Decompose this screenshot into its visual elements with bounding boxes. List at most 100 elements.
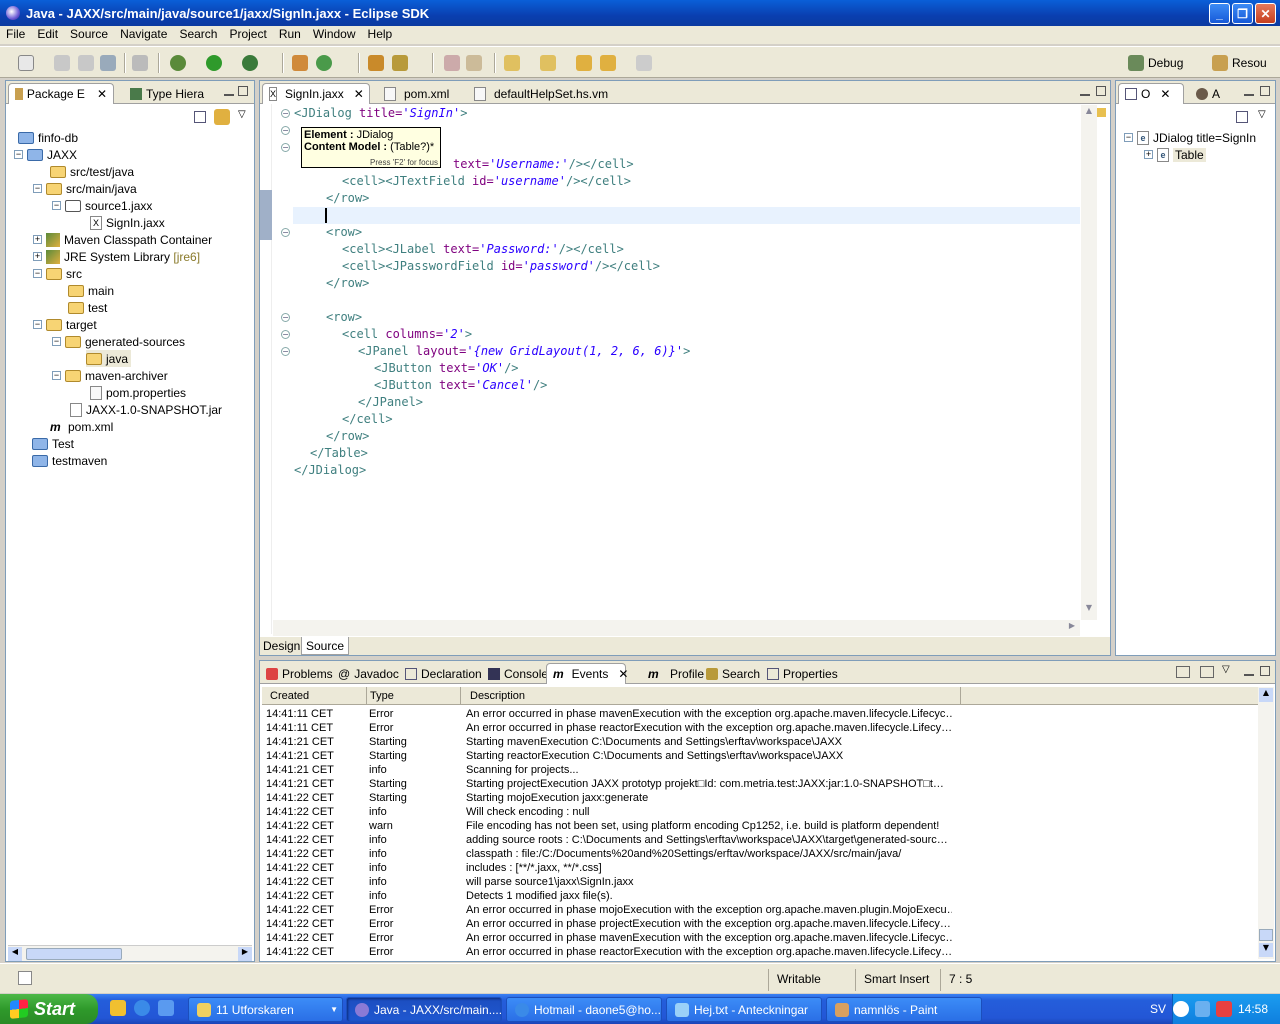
- scroll-down-icon[interactable]: ▼: [1082, 603, 1096, 617]
- tree-item[interactable]: Test: [32, 435, 74, 452]
- scroll-thumb[interactable]: [26, 948, 122, 960]
- tree-item[interactable]: − maven-archiver: [52, 367, 168, 384]
- column-description[interactable]: Description: [470, 690, 525, 702]
- table-row[interactable]: 14:41:21 CET info Scanning for projects...: [262, 763, 952, 777]
- save-icon[interactable]: [54, 55, 70, 71]
- language-indicator[interactable]: SV: [1150, 1002, 1166, 1016]
- external-tools-icon[interactable]: [242, 55, 258, 71]
- code-line[interactable]: </JDialog>: [294, 462, 366, 479]
- expand-icon[interactable]: +: [33, 252, 42, 261]
- filter-icon[interactable]: [1200, 666, 1214, 678]
- fold-icon[interactable]: −: [281, 347, 290, 356]
- tree-item[interactable]: test: [68, 299, 107, 316]
- tree-item[interactable]: testmaven: [32, 452, 107, 469]
- collapse-icon[interactable]: −: [33, 269, 42, 278]
- tab-javadoc[interactable]: @ Javadoc: [332, 663, 405, 684]
- highlight-icon[interactable]: [466, 55, 482, 71]
- menu-edit[interactable]: Edit: [31, 26, 64, 44]
- close-tab-icon[interactable]: ✕: [618, 667, 628, 681]
- minimize-view-icon[interactable]: [1244, 666, 1254, 676]
- code-line[interactable]: </row>: [326, 275, 369, 292]
- link-editor-icon[interactable]: [214, 109, 230, 125]
- vertical-scrollbar[interactable]: ▲ ▼: [1258, 687, 1274, 959]
- menu-project[interactable]: Project: [223, 26, 272, 44]
- expand-icon[interactable]: +: [1144, 150, 1153, 159]
- open-type-icon[interactable]: [368, 55, 384, 71]
- taskbar-task[interactable]: Java - JAXX/src/main....: [346, 997, 502, 1022]
- table-row[interactable]: 14:41:22 CET info Detects 1 modified jaxx …: [262, 889, 952, 903]
- code-line[interactable]: <JButton text='Cancel'/>: [374, 377, 547, 394]
- tab-design[interactable]: Design: [263, 639, 300, 653]
- tab-ant[interactable]: A: [1190, 83, 1226, 104]
- taskbar-task[interactable]: Hotmail - daone5@ho...: [506, 997, 662, 1022]
- new-icon[interactable]: [18, 55, 34, 71]
- outline-item[interactable]: − e JDialog title=SignIn: [1124, 129, 1256, 146]
- table-row[interactable]: 14:41:22 CET info will parse source1\jaxx\…: [262, 875, 952, 889]
- menu-search[interactable]: Search: [173, 26, 223, 44]
- minimize-view-icon[interactable]: [1244, 86, 1254, 96]
- taskbar-task[interactable]: namnlös - Paint: [826, 997, 982, 1022]
- vertical-scrollbar[interactable]: ▲ ▼: [1081, 105, 1097, 620]
- tree-item[interactable]: main: [68, 282, 114, 299]
- collapse-icon[interactable]: −: [1124, 133, 1133, 142]
- table-row[interactable]: 14:41:22 CET info Will check encoding : nu…: [262, 805, 952, 819]
- tab-events[interactable]: m Events ✕: [546, 663, 628, 684]
- tray-icon[interactable]: [1194, 1001, 1211, 1017]
- code-line[interactable]: </row>: [326, 190, 369, 207]
- tree-item[interactable]: − target: [33, 316, 97, 333]
- expand-icon[interactable]: +: [33, 235, 42, 244]
- table-row[interactable]: 14:41:22 CET Error An error occurred in ph…: [262, 945, 952, 959]
- code-line[interactable]: <row>: [326, 309, 362, 326]
- horizontal-scrollbar[interactable]: ◀ ▶: [8, 945, 252, 961]
- tab-signin-jaxx[interactable]: X SignIn.jaxx ✕: [262, 83, 370, 104]
- forward-icon[interactable]: [636, 55, 652, 71]
- back-icon[interactable]: [600, 55, 616, 71]
- table-row[interactable]: 14:41:22 CET warn File encoding has not be…: [262, 819, 952, 833]
- tree-item-selected[interactable]: java: [86, 350, 132, 367]
- minimize-button[interactable]: _: [1209, 3, 1230, 24]
- menu-help[interactable]: Help: [362, 26, 399, 44]
- quicklaunch-icon[interactable]: [158, 1000, 174, 1016]
- column-created[interactable]: Created: [270, 690, 309, 702]
- code-line[interactable]: <cell><JPasswordField id='password'/></c…: [342, 258, 660, 275]
- table-row[interactable]: 14:41:11 CET Error An error occurred in ph…: [262, 707, 952, 721]
- view-menu-icon[interactable]: ▽: [238, 109, 246, 120]
- scroll-up-icon[interactable]: ▲: [1259, 688, 1273, 702]
- tree-item[interactable]: − src/main/java: [33, 180, 137, 197]
- tree-item[interactable]: − generated-sources: [52, 333, 185, 350]
- maximize-view-icon[interactable]: [1260, 666, 1270, 676]
- collapse-all-icon[interactable]: [194, 111, 206, 123]
- scroll-right-icon[interactable]: ▶: [1065, 621, 1079, 635]
- outline-item[interactable]: + e Table: [1144, 146, 1206, 163]
- scroll-down-icon[interactable]: ▼: [1259, 943, 1273, 957]
- debug-icon[interactable]: [170, 55, 186, 71]
- fold-icon[interactable]: −: [281, 228, 290, 237]
- collapse-icon[interactable]: −: [52, 371, 61, 380]
- menu-window[interactable]: Window: [307, 26, 362, 44]
- start-button[interactable]: Start: [0, 994, 98, 1024]
- code-line[interactable]: <cell columns='2'>: [342, 326, 472, 343]
- tab-defaulthelpset[interactable]: defaultHelpSet.hs.vm: [468, 83, 614, 104]
- tree-item[interactable]: − source1.jaxx: [52, 197, 152, 214]
- clear-icon[interactable]: [1176, 666, 1190, 678]
- tab-declaration[interactable]: Declaration: [399, 663, 488, 684]
- collapse-icon[interactable]: −: [52, 201, 61, 210]
- horizontal-scrollbar[interactable]: ▶: [273, 620, 1080, 636]
- code-line[interactable]: </cell>: [342, 411, 393, 428]
- table-row[interactable]: 14:41:21 CET Starting Starting projectExec…: [262, 777, 952, 791]
- menu-navigate[interactable]: Navigate: [114, 26, 173, 44]
- tree-item[interactable]: − src: [33, 265, 82, 282]
- minimize-view-icon[interactable]: [224, 86, 234, 96]
- fold-icon[interactable]: −: [281, 126, 290, 135]
- code-line[interactable]: <row>: [326, 224, 362, 241]
- view-menu-icon[interactable]: ▽: [1258, 109, 1266, 120]
- table-row[interactable]: 14:41:22 CET Error An error occurred in ph…: [262, 917, 952, 931]
- collapse-icon[interactable]: −: [33, 320, 42, 329]
- search-icon[interactable]: [392, 55, 408, 71]
- menu-run[interactable]: Run: [273, 26, 307, 44]
- menu-source[interactable]: Source: [64, 26, 114, 44]
- close-button[interactable]: ✕: [1255, 3, 1276, 24]
- tab-source[interactable]: Source: [301, 637, 350, 655]
- tree-item[interactable]: m pom.xml: [50, 418, 113, 435]
- fold-icon[interactable]: −: [281, 109, 290, 118]
